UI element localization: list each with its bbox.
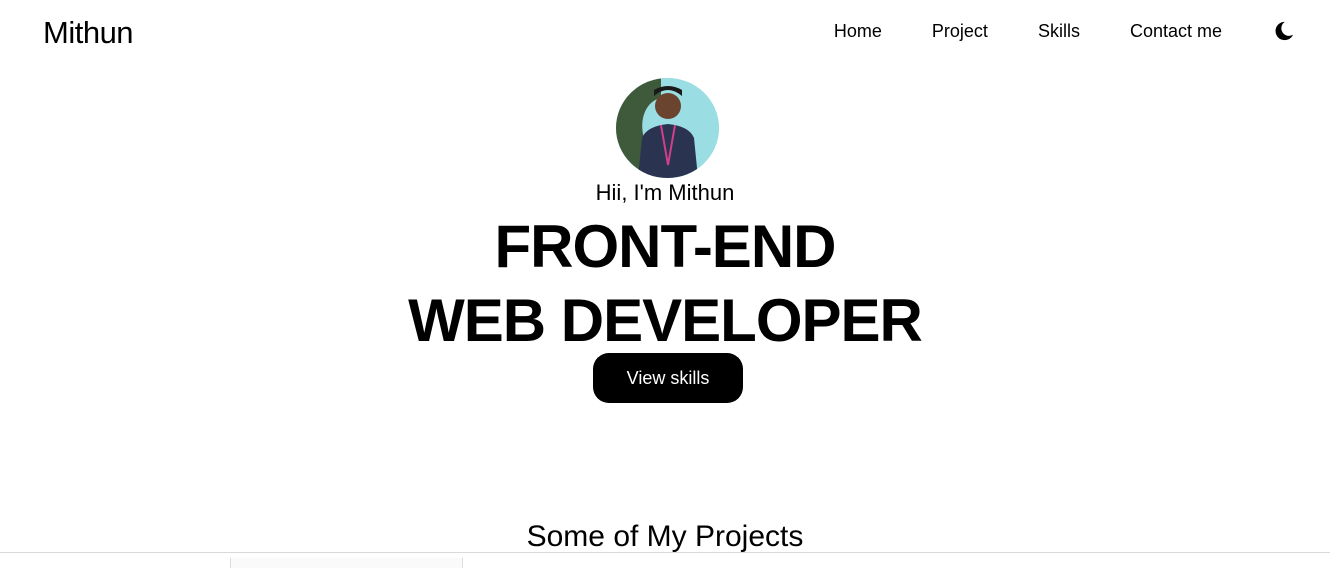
hero-title-line1: FRONT-END: [494, 213, 837, 280]
site-logo[interactable]: Mithun: [43, 15, 134, 51]
hero-greeting: Hii, I'm Mithun: [595, 180, 735, 205]
avatar: [616, 78, 719, 178]
main-nav: Home Project Skills Contact me: [834, 20, 1330, 42]
nav-skills[interactable]: Skills: [1038, 21, 1080, 42]
nav-home[interactable]: Home: [834, 21, 882, 42]
divider: [0, 552, 1330, 553]
view-skills-button[interactable]: View skills: [593, 353, 743, 403]
moon-icon[interactable]: [1272, 20, 1294, 42]
project-card[interactable]: [230, 558, 463, 568]
nav-contact[interactable]: Contact me: [1130, 21, 1222, 42]
projects-heading: Some of My Projects: [526, 520, 804, 553]
nav-project[interactable]: Project: [932, 21, 988, 42]
hero-title: FRONT-END WEB DEVELOPER: [0, 210, 1330, 358]
hero-title-line2: WEB DEVELOPER: [408, 287, 923, 354]
